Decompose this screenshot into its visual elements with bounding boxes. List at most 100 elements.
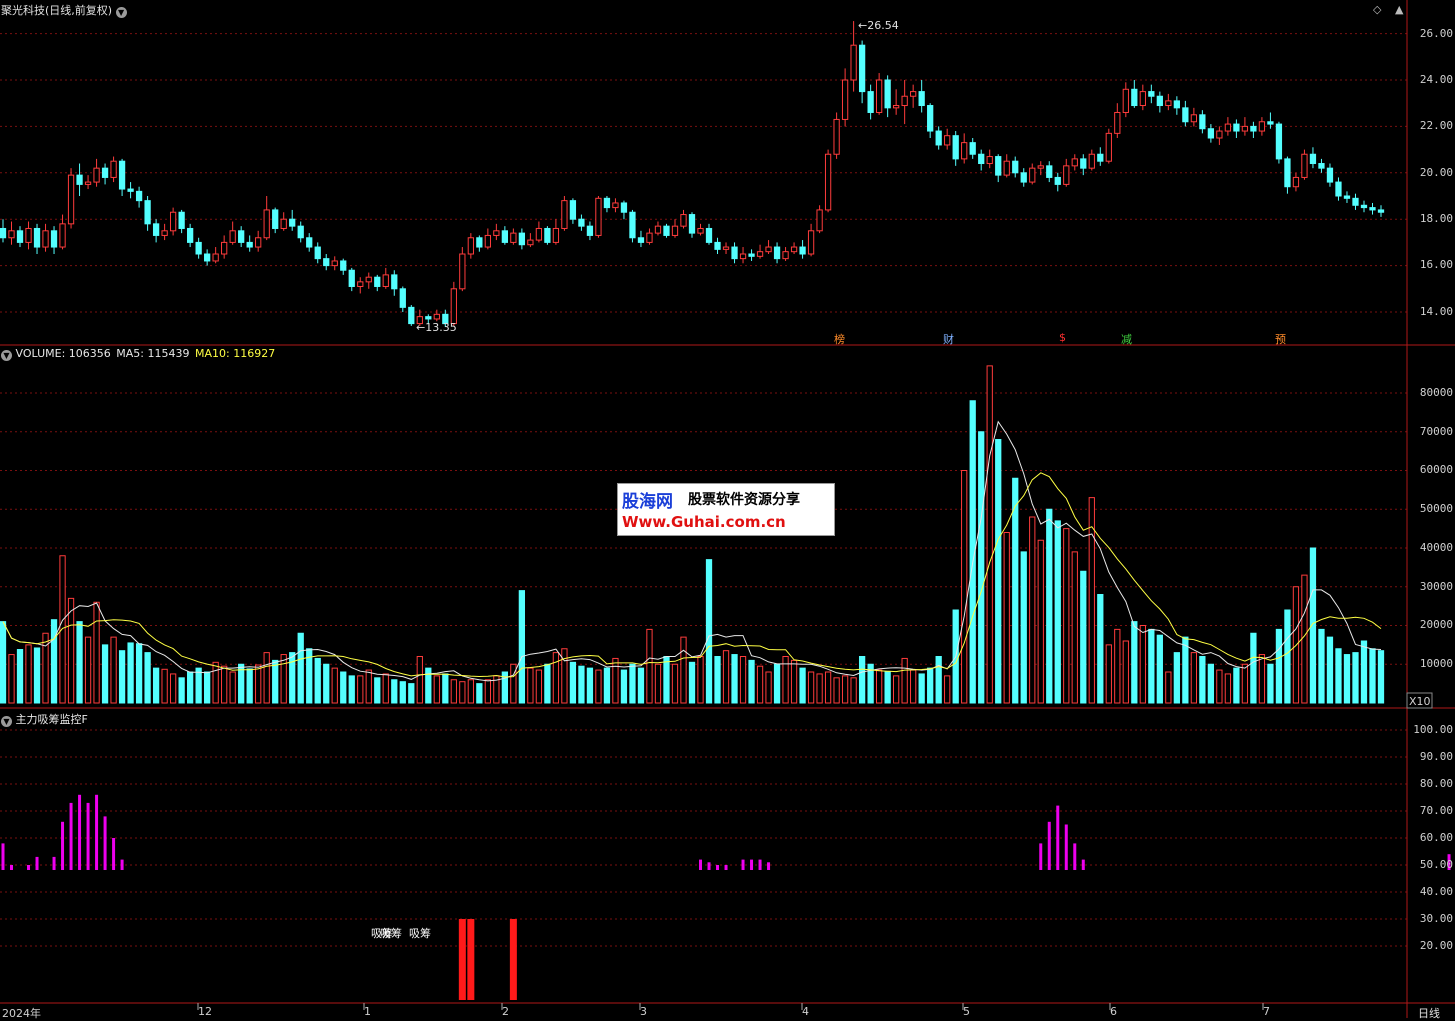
volume-bar (289, 652, 296, 704)
candle (867, 84, 874, 120)
volume-ma10-label: MA10: (194, 347, 234, 360)
candle-body (84, 181, 92, 185)
candle (578, 214, 585, 231)
candle (782, 247, 789, 261)
candle-body (671, 225, 679, 236)
volume-header[interactable]: ▼ VOLUME: 106356 MA5: 115439 MA10: 11692… (1, 347, 275, 361)
price-axis-16: 16.00 (1419, 258, 1453, 271)
volume-bar (399, 681, 406, 704)
candle-body (586, 225, 594, 236)
candle-body (1216, 130, 1223, 139)
event-marker-reduce[interactable]: 减 (1121, 331, 1132, 347)
volume-bar (93, 601, 100, 704)
candle-body (161, 230, 168, 236)
volume-bar (1037, 539, 1044, 704)
chevron-down-icon[interactable]: ▼ (1, 350, 12, 361)
event-marker-forecast[interactable]: 预 (1275, 331, 1286, 347)
candle-body (365, 276, 372, 283)
event-marker-finance[interactable]: 财 (943, 331, 954, 347)
volume-axis-80000: 80000 (1419, 386, 1453, 399)
indicator-bar (61, 821, 65, 870)
indicator-bar (750, 859, 754, 870)
candle-body (1148, 91, 1155, 97)
volume-bar (433, 675, 440, 704)
candle-body (297, 225, 304, 239)
volume-bar (995, 439, 1002, 704)
candle-body (612, 202, 619, 209)
candle-body (314, 246, 321, 260)
volume-bar (705, 559, 713, 704)
event-marker-rank[interactable]: 榜 (834, 331, 845, 347)
indicator-axis-80: 80.00 (1419, 777, 1453, 790)
candle (961, 133, 968, 164)
candle (374, 274, 381, 292)
volume-bar (833, 677, 840, 704)
volume-bar (790, 659, 798, 704)
candle (884, 75, 891, 118)
candle (50, 226, 58, 254)
candle-body (1241, 125, 1249, 132)
candle-body (50, 230, 58, 248)
candle (569, 198, 577, 224)
event-marker-dividend[interactable]: $ (1059, 331, 1066, 344)
candle-body (1156, 95, 1163, 107)
candle (773, 242, 781, 264)
candle-body (169, 211, 177, 232)
volume-bar (552, 652, 560, 704)
volume-bar (646, 628, 653, 704)
indicator-bar (716, 865, 720, 870)
candle (331, 256, 338, 271)
candle (391, 270, 398, 296)
indicator-bar (120, 859, 124, 870)
candle-body (1080, 158, 1087, 169)
candle-body (306, 237, 313, 248)
chevron-down-icon[interactable]: ▼ (115, 7, 127, 18)
candle (127, 182, 134, 199)
indicator-header[interactable]: ▼ 主力吸筹监控F (1, 711, 88, 727)
candle (348, 267, 355, 292)
indicator-bar (758, 859, 762, 870)
volume-bar (340, 671, 347, 704)
indicator-bar (1056, 805, 1060, 870)
volume-bar (824, 671, 832, 704)
candle-body (1369, 207, 1376, 211)
volume-bar (1284, 609, 1291, 704)
stock-title[interactable]: 聚光科技(日线,前复权) ▼ (1, 2, 127, 18)
candle (1156, 91, 1163, 113)
volume-bar (178, 677, 185, 704)
candle-body (1360, 204, 1368, 209)
candle (1148, 84, 1155, 104)
indicator-bar (707, 862, 711, 870)
candle-body (748, 253, 755, 257)
x-axis-label: 4 (802, 1005, 809, 1018)
candle (1029, 163, 1036, 185)
volume-bar (16, 649, 24, 704)
signal-label: 吸筹 (409, 927, 431, 940)
chevron-down-icon[interactable]: ▼ (1, 716, 12, 727)
candle-body (1063, 165, 1070, 185)
candle (459, 247, 466, 292)
volume-bar (161, 668, 168, 704)
up-triangle-icon[interactable]: ▲ (1395, 3, 1403, 16)
volume-bar (280, 654, 287, 704)
volume-bar (1377, 650, 1385, 704)
candle (297, 221, 304, 243)
candle (646, 228, 653, 245)
candle (33, 223, 41, 254)
candle-body (646, 232, 653, 243)
candle-body (620, 202, 628, 213)
volume-bar (586, 667, 594, 704)
volume-bar (731, 654, 738, 704)
candle (841, 68, 849, 127)
period-label[interactable]: 日线 (1418, 1005, 1440, 1021)
indicator-axis-70: 70.00 (1419, 804, 1453, 817)
candle (1216, 126, 1223, 145)
diamond-icon[interactable]: ◇ (1373, 3, 1381, 16)
candle (969, 138, 976, 159)
volume-ma10-value: 116927 (233, 347, 276, 360)
candle (152, 219, 160, 243)
candle (1088, 149, 1095, 171)
candle (340, 258, 347, 275)
volume-bar (1063, 528, 1070, 704)
candle-body (756, 251, 764, 257)
